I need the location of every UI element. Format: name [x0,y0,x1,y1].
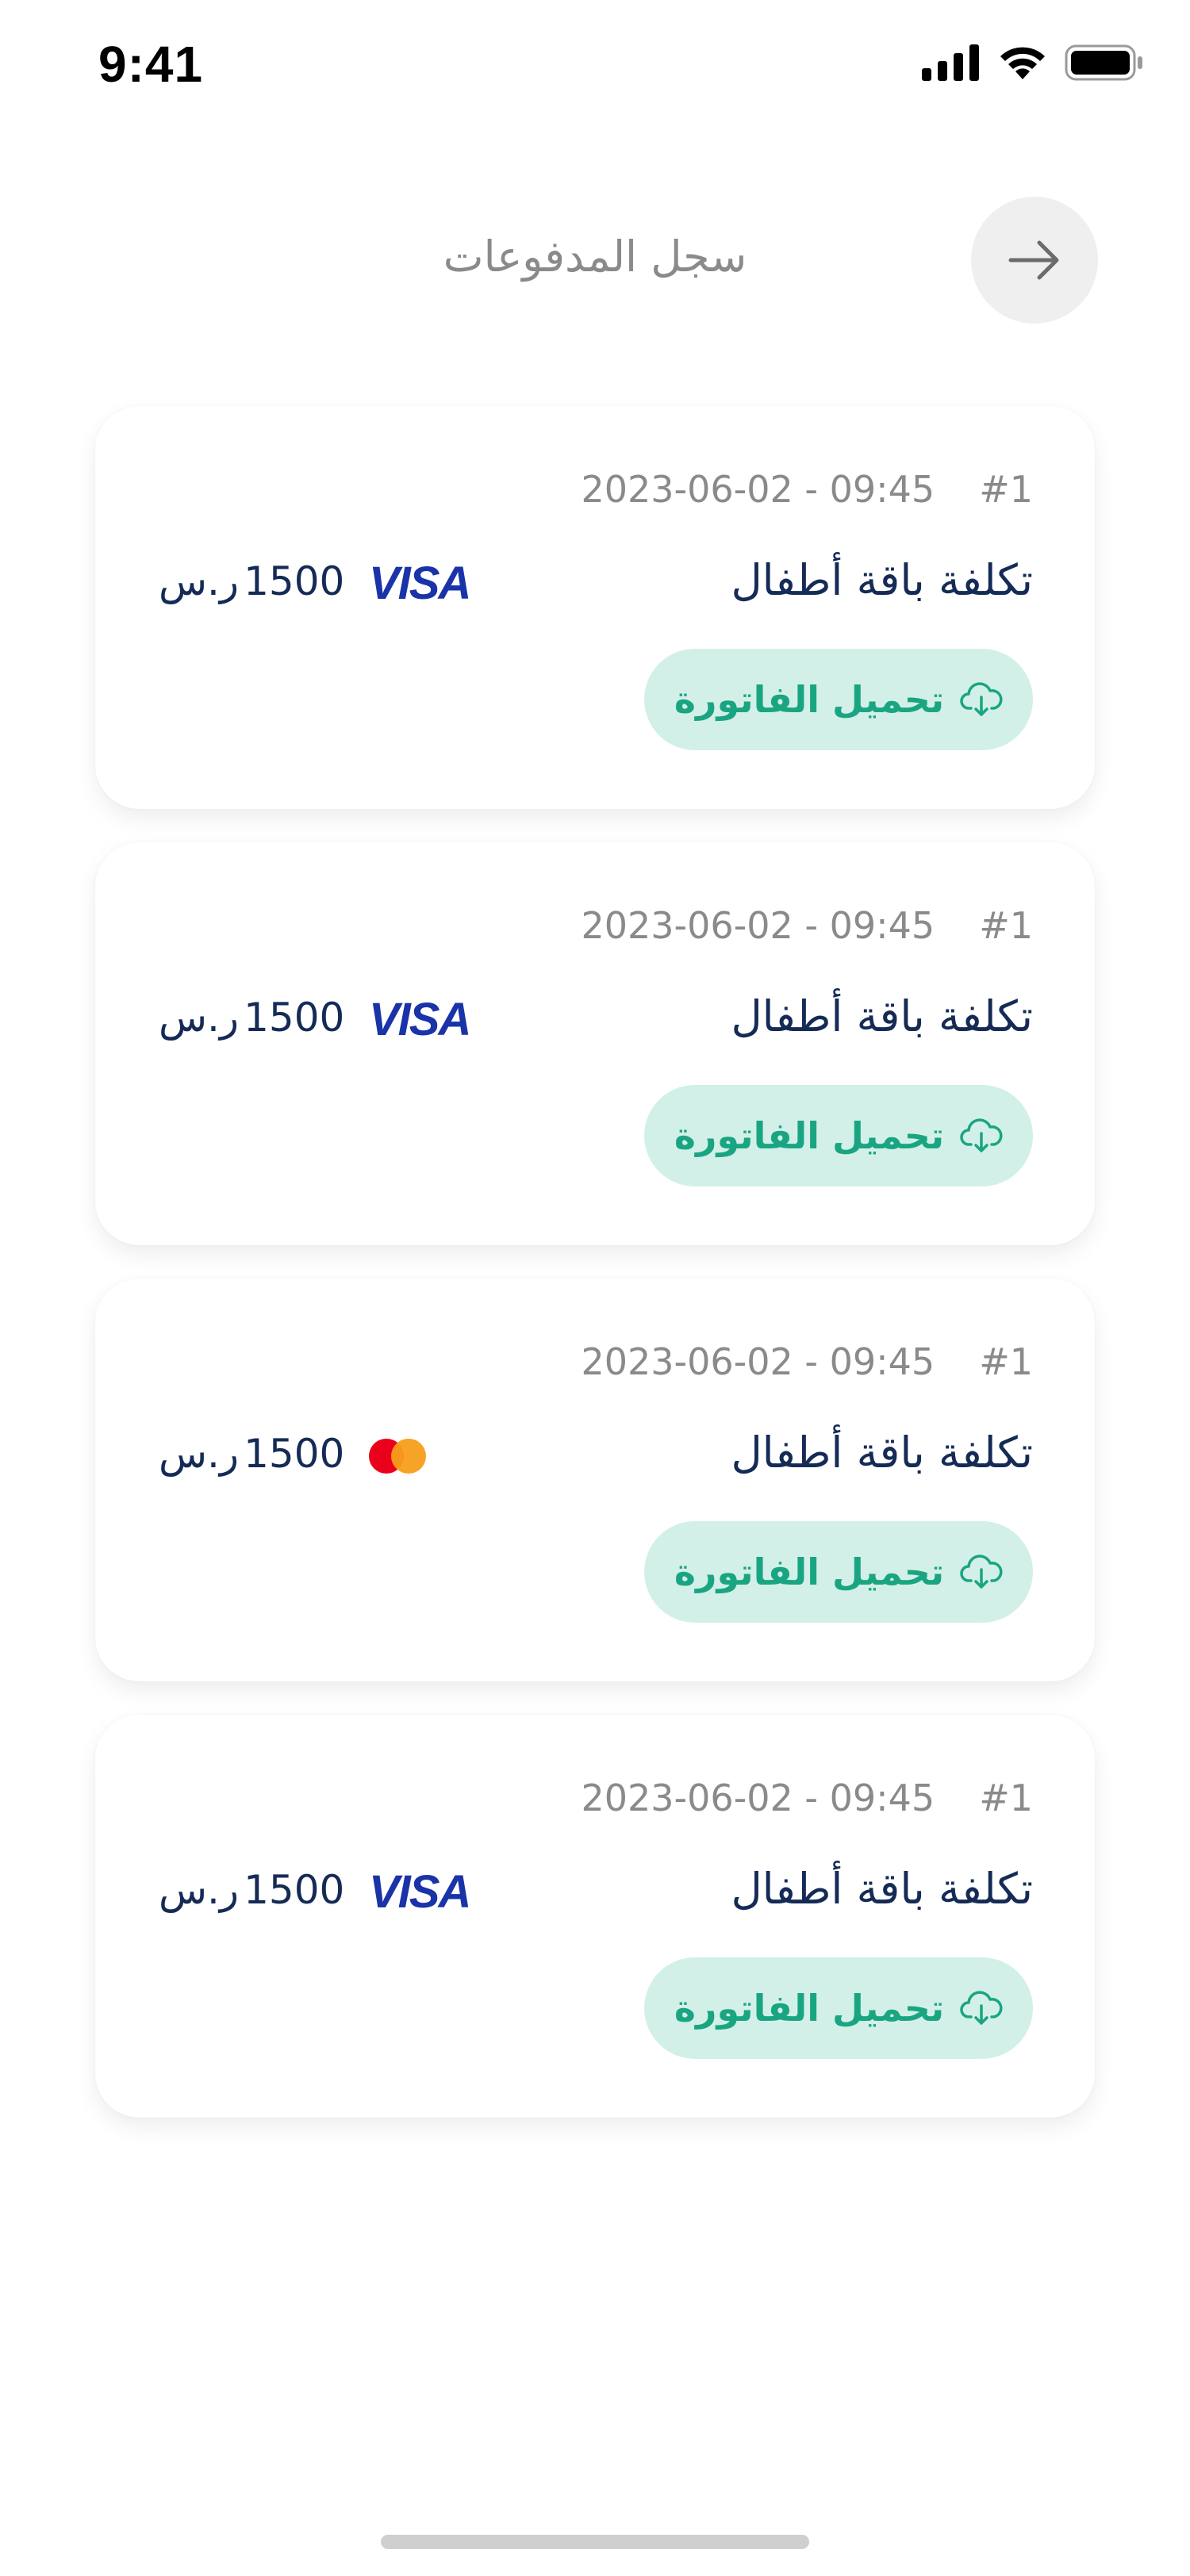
battery-icon [1065,44,1142,81]
payment-card: 2023-06-02 - 09:45 #1 تكلفة باقة أطفال V… [95,406,1095,809]
payment-index: #1 [979,1777,1033,1819]
currency-label: ر.س [159,558,240,604]
payment-datetime: 2023-06-02 - 09:45 [581,468,935,511]
home-indicator [381,2535,809,2549]
cloud-download-icon [960,682,1003,716]
currency-label: ر.س [159,1867,240,1913]
cellular-signal-icon [922,44,979,81]
download-invoice-button[interactable]: تحميل الفاتورة [644,649,1033,750]
payment-index: #1 [979,468,1033,511]
status-time: 9:41 [98,36,204,93]
visa-logo: VISA [369,994,471,1045]
payment-title: تكلفة باقة أطفال [731,991,1033,1041]
payment-index: #1 [979,904,1033,947]
currency-label: ر.س [159,995,240,1041]
payment-meta: 2023-06-02 - 09:45 #1 [581,904,1033,947]
mastercard-orange-circle [391,1439,426,1474]
download-invoice-button[interactable]: تحميل الفاتورة [644,1521,1033,1623]
payments-history-screen: 9:41 سجل المدفوعات 2023-06-02 - 09:45 #1 [0,0,1190,2576]
payment-amount: 1500 ر.س [159,558,344,604]
visa-logo: VISA [369,558,471,609]
payment-meta: 2023-06-02 - 09:45 #1 [581,468,1033,511]
download-invoice-label: تحميل الفاتورة [674,1114,945,1157]
payment-card: 2023-06-02 - 09:45 #1 تكلفة باقة أطفال V… [95,842,1095,1245]
download-invoice-button[interactable]: تحميل الفاتورة [644,1957,1033,2059]
payment-index: #1 [979,1340,1033,1383]
status-icons [922,44,1144,81]
payment-card: 2023-06-02 - 09:45 #1 تكلفة باقة أطفال 1… [95,1278,1095,1681]
page-title: سجل المدفوعات [443,232,747,282]
payment-card: 2023-06-02 - 09:45 #1 تكلفة باقة أطفال V… [95,1715,1095,2118]
payment-datetime: 2023-06-02 - 09:45 [581,904,935,947]
download-invoice-label: تحميل الفاتورة [674,1987,945,2030]
amount-value: 1500 [244,995,345,1041]
amount-value: 1500 [244,1431,345,1477]
wifi-icon [1000,47,1045,79]
payment-datetime: 2023-06-02 - 09:45 [581,1340,935,1383]
cloud-download-icon [960,1554,1003,1589]
payment-title: تكلفة باقة أطفال [731,1864,1033,1914]
payment-amount: 1500 ر.س [159,1867,344,1913]
amount-value: 1500 [244,558,345,604]
download-invoice-label: تحميل الفاتورة [674,1551,945,1593]
payment-title: تكلفة باقة أطفال [731,555,1033,605]
back-button[interactable] [971,197,1098,324]
visa-logo: VISA [369,1866,471,1918]
payment-meta: 2023-06-02 - 09:45 #1 [581,1777,1033,1819]
arrow-right-icon [1008,240,1059,280]
mastercard-logo [369,1439,426,1474]
amount-value: 1500 [244,1867,345,1913]
payment-title: تكلفة باقة أطفال [731,1428,1033,1478]
download-invoice-button[interactable]: تحميل الفاتورة [644,1085,1033,1186]
payment-datetime: 2023-06-02 - 09:45 [581,1777,935,1819]
payment-meta: 2023-06-02 - 09:45 #1 [581,1340,1033,1383]
cloud-download-icon [960,1991,1003,2025]
currency-label: ر.س [159,1431,240,1477]
payment-amount: 1500 ر.س [159,995,344,1041]
cloud-download-icon [960,1118,1003,1152]
download-invoice-label: تحميل الفاتورة [674,678,945,721]
payment-amount: 1500 ر.س [159,1431,344,1477]
